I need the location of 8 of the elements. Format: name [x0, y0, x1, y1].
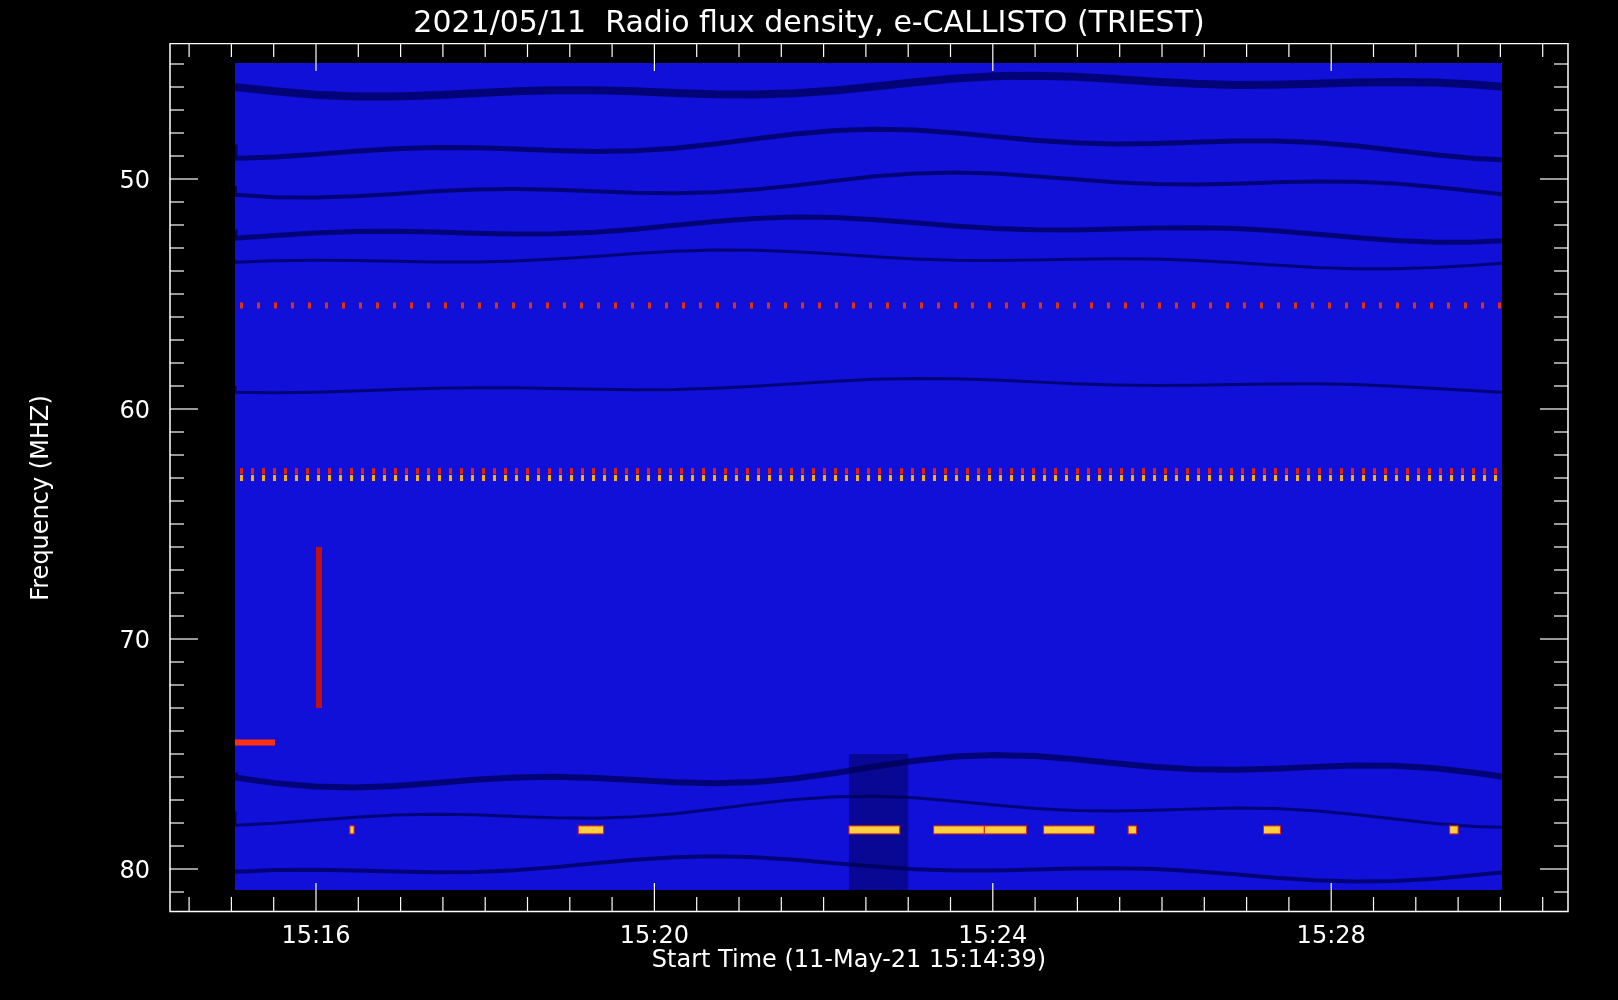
tick-label: 50 [119, 166, 150, 194]
tick-label: 70 [119, 626, 150, 654]
chart-title: 2021/05/11 Radio flux density, e-CALLISTO (TRIEST) [412, 3, 1206, 41]
tick-label: 15:28 [1296, 921, 1366, 949]
tick-label: 15:16 [281, 921, 351, 949]
tick-label: 80 [119, 856, 150, 884]
tick-label: 60 [119, 396, 150, 424]
axis-title: Frequency (MHZ) [26, 395, 54, 601]
